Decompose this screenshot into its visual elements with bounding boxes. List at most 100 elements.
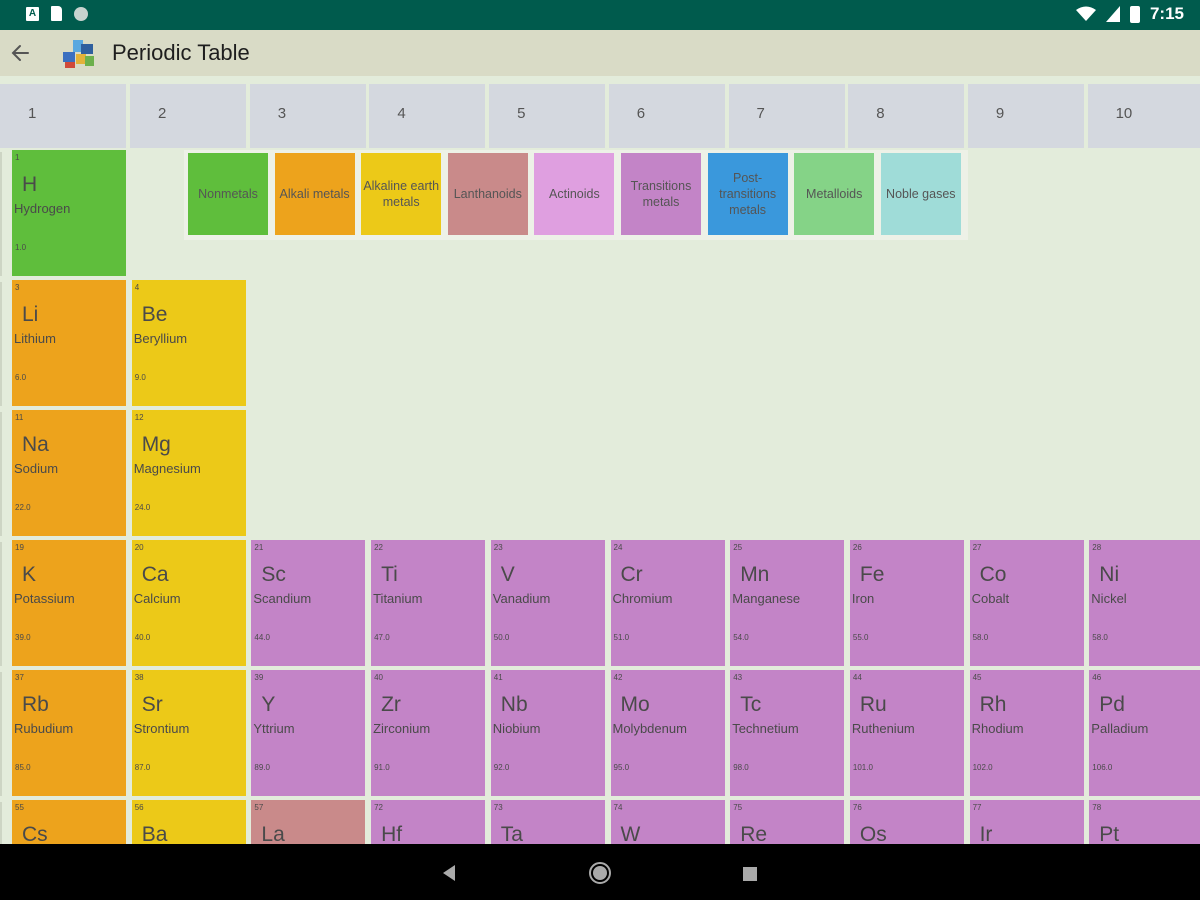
- element-mass: 6.0: [15, 373, 27, 382]
- element-symbol: Ir: [979, 823, 993, 844]
- file-notification-icon: [51, 6, 62, 21]
- element-name: Magnesium: [133, 461, 201, 476]
- element-name: Beryllium: [133, 331, 188, 346]
- legend-item[interactable]: Lanthanoids: [447, 153, 528, 235]
- element-name: Technetium: [732, 721, 799, 736]
- element-symbol: Sc: [261, 563, 286, 586]
- element-mass: 40.0: [134, 633, 151, 642]
- element-name: Chromium: [612, 591, 673, 606]
- element-cell[interactable]: 57 La: [251, 800, 366, 844]
- element-symbol: Mn: [740, 563, 770, 586]
- element-cell[interactable]: 3 Li Lithium 6.0: [12, 280, 126, 406]
- element-cell[interactable]: 76 Os: [849, 800, 964, 844]
- element-cell[interactable]: 11 Na Sodium 22.0: [12, 410, 126, 536]
- element-name: Titanium: [373, 591, 423, 606]
- element-cell[interactable]: 37 Rb Rubudium 85.0: [12, 670, 126, 796]
- nav-recents-button[interactable]: [742, 866, 758, 882]
- element-number: 24: [613, 543, 623, 552]
- element-symbol: Nb: [500, 693, 528, 716]
- element-cell[interactable]: 19 K Potassium 39.0: [12, 540, 126, 666]
- periodic-table[interactable]: 1 H Hydrogen 1.0 3 Li Lithium 6.0 4 Be Beryllium 9.…: [0, 150, 1200, 844]
- element-number: 78: [1092, 803, 1102, 812]
- element-mass: 102.0: [972, 763, 993, 772]
- legend-item[interactable]: Nonmetals: [188, 153, 268, 235]
- element-symbol: Pt: [1099, 823, 1120, 844]
- element-cell[interactable]: 78 Pt: [1089, 800, 1200, 844]
- element-cell[interactable]: 73 Ta: [490, 800, 605, 844]
- element-name: Potassium: [14, 591, 75, 606]
- element-cell[interactable]: 4 Be Beryllium 9.0: [131, 280, 246, 406]
- element-cell[interactable]: 77 Ir: [969, 800, 1084, 844]
- element-symbol: Y: [261, 693, 276, 716]
- legend-item[interactable]: Alkaline earth metals: [361, 153, 442, 235]
- element-cell[interactable]: 44 Ru Ruthenium 101.0: [849, 670, 964, 796]
- element-cell[interactable]: 1 H Hydrogen 1.0: [12, 150, 126, 276]
- element-cell[interactable]: 40 Zr Zirconium 91.0: [371, 670, 486, 796]
- element-cell[interactable]: 26 Fe Iron 55.0: [849, 540, 964, 666]
- element-symbol: K: [22, 563, 37, 586]
- element-cell[interactable]: 25 Mn Manganese 54.0: [730, 540, 845, 666]
- element-cell[interactable]: 46 Pd Palladium 106.0: [1089, 670, 1200, 796]
- element-symbol: Na: [22, 433, 49, 456]
- element-number: 4: [134, 283, 140, 292]
- element-cell[interactable]: 43 Tc Technetium 98.0: [730, 670, 845, 796]
- legend-item[interactable]: Alkali metals: [274, 153, 355, 235]
- element-name: Hydrogen: [14, 201, 71, 216]
- category-legend: Nonmetals Alkali metals Alkaline earth met…: [184, 150, 968, 240]
- element-cell[interactable]: 23 V Vanadium 50.0: [490, 540, 605, 666]
- element-number: 3: [15, 283, 20, 292]
- nav-home-button[interactable]: [588, 861, 612, 885]
- element-number: 45: [972, 673, 982, 682]
- group-header-7: 7: [728, 84, 845, 148]
- element-cell[interactable]: 28 Ni Nickel 58.0: [1089, 540, 1200, 666]
- element-number: 40: [374, 673, 383, 682]
- element-cell[interactable]: 75 Re: [730, 800, 845, 844]
- group-header-2: 2: [130, 84, 246, 148]
- element-name: Rhodium: [971, 721, 1024, 736]
- row-edge: [0, 282, 2, 406]
- element-mass: 85.0: [15, 763, 31, 772]
- element-mass: 91.0: [374, 763, 390, 772]
- element-symbol: V: [500, 563, 515, 586]
- legend-item[interactable]: Noble gases: [880, 153, 961, 235]
- element-cell[interactable]: 72 Hf: [371, 800, 486, 844]
- element-cell[interactable]: 38 Sr Strontium 87.0: [131, 670, 246, 796]
- row-edge: [0, 412, 2, 536]
- element-cell[interactable]: 55 Cs: [12, 800, 126, 844]
- legend-item[interactable]: Metalloids: [794, 153, 875, 235]
- element-mass: 50.0: [493, 633, 510, 642]
- element-cell[interactable]: 39 Y Yttrium 89.0: [251, 670, 366, 796]
- element-cell[interactable]: 27 Co Cobalt 58.0: [969, 540, 1084, 666]
- element-cell[interactable]: 74 W: [610, 800, 725, 844]
- element-name: Nickel: [1091, 591, 1127, 606]
- back-button[interactable]: [6, 38, 36, 68]
- group-header-9: 9: [967, 84, 1084, 148]
- element-number: 20: [134, 543, 144, 552]
- element-cell[interactable]: 56 Ba: [131, 800, 246, 844]
- element-cell[interactable]: 41 Nb Niobium 92.0: [490, 670, 605, 796]
- element-symbol: Cs: [22, 823, 48, 844]
- element-cell[interactable]: 42 Mo Molybdenum 95.0: [610, 670, 725, 796]
- legend-item[interactable]: Post-transitions metals: [707, 153, 788, 235]
- legend-item[interactable]: Actinoids: [534, 153, 615, 235]
- element-mass: 58.0: [972, 633, 989, 642]
- sync-notification-icon: [74, 6, 88, 21]
- element-cell[interactable]: 24 Cr Chromium 51.0: [610, 540, 725, 666]
- element-cell[interactable]: 20 Ca Calcium 40.0: [131, 540, 246, 666]
- element-cell[interactable]: 45 Rh Rhodium 102.0: [969, 670, 1084, 796]
- element-name: Molybdenum: [612, 721, 687, 736]
- nav-back-button[interactable]: [441, 864, 457, 882]
- element-cell[interactable]: 22 Ti Titanium 47.0: [371, 540, 486, 666]
- element-cell[interactable]: 12 Mg Magnesium 24.0: [131, 410, 246, 536]
- element-symbol: Ti: [381, 563, 398, 586]
- element-mass: 58.0: [1092, 633, 1108, 642]
- element-number: 37: [15, 673, 24, 682]
- element-name: Iron: [851, 591, 875, 606]
- element-symbol: Ba: [141, 823, 168, 844]
- element-number: 76: [852, 803, 862, 812]
- legend-item[interactable]: Transitions metals: [621, 153, 701, 235]
- element-mass: 95.0: [613, 763, 630, 772]
- element-cell[interactable]: 21 Sc Scandium 44.0: [251, 540, 366, 666]
- element-symbol: La: [261, 823, 285, 844]
- element-mass: 22.0: [15, 503, 31, 512]
